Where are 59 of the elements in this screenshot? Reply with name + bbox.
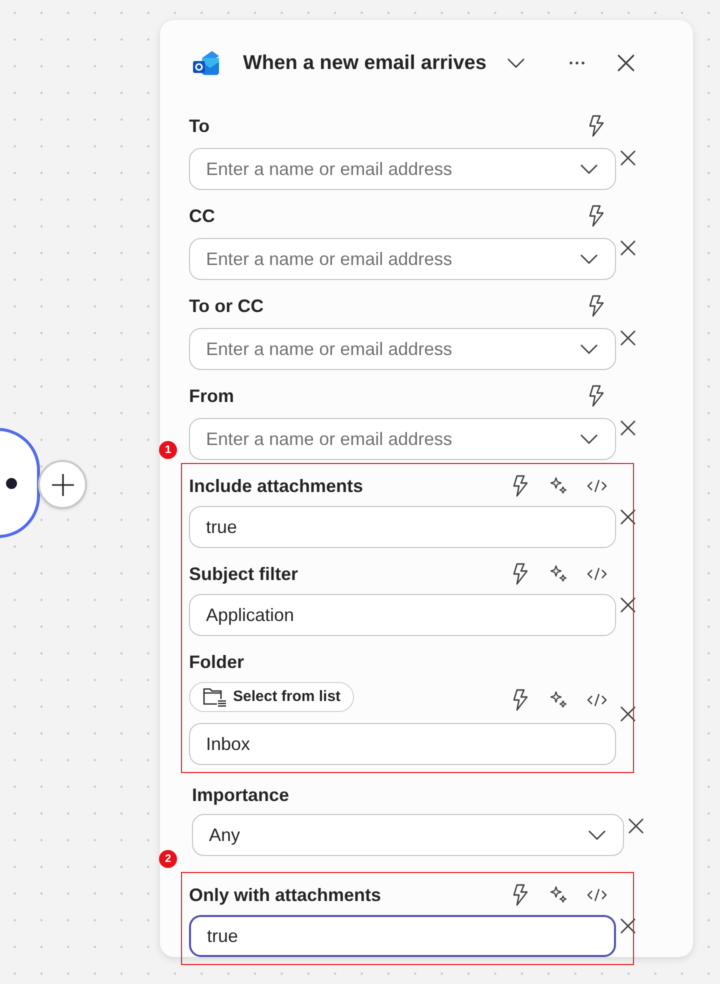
text-input-field[interactable]: true (189, 506, 616, 548)
field-label: To (189, 114, 210, 138)
code-icon (587, 888, 607, 902)
field-label: From (189, 384, 234, 408)
lightning-icon (513, 884, 529, 906)
field-label: Folder (189, 650, 244, 674)
text-input-field[interactable]: Inbox (189, 723, 616, 765)
email-dropdown-field[interactable]: Enter a name or email address (189, 148, 616, 190)
chevron-down-icon (580, 164, 598, 174)
more-icon (569, 61, 585, 65)
close-icon (620, 918, 636, 934)
close-icon (617, 54, 635, 72)
field-label: Include attachments (189, 474, 364, 498)
chevron-down-icon (580, 254, 598, 264)
lightning-icon (513, 563, 529, 585)
folder-list-icon (203, 687, 227, 707)
sparkle-icon (550, 565, 568, 583)
sparkle-icon (550, 691, 568, 709)
text-input-field[interactable]: true (189, 915, 616, 957)
step-number-badge: 1 (159, 441, 177, 459)
code-icon (587, 693, 607, 707)
close-icon (620, 597, 636, 613)
email-dropdown-field[interactable]: Enter a name or email address (189, 418, 616, 460)
lightning-icon (589, 295, 605, 317)
field-label: Subject filter (189, 562, 298, 586)
email-dropdown-field[interactable]: Enter a name or email address (189, 238, 616, 280)
panel-title: When a new email arrives (243, 51, 486, 76)
lightning-icon (589, 115, 605, 137)
sparkle-icon (550, 886, 568, 904)
email-dropdown-field[interactable]: Enter a name or email address (189, 328, 616, 370)
close-icon (620, 509, 636, 525)
lightning-icon (513, 475, 529, 497)
field-label: Importance (192, 784, 290, 807)
step-number-badge: 2 (159, 850, 177, 868)
code-icon (587, 479, 607, 493)
field-label: CC (189, 204, 215, 228)
text-input-field[interactable]: Application (189, 594, 616, 636)
mail-app-logo (192, 50, 220, 76)
close-icon (620, 330, 636, 346)
code-icon (587, 567, 607, 581)
field-label: Only with attachments (189, 884, 382, 907)
select-from-list-button[interactable]: Select from list (189, 682, 354, 712)
lightning-icon (513, 689, 529, 711)
chevron-down-icon (588, 830, 606, 840)
lightning-icon (589, 385, 605, 407)
close-icon (620, 420, 636, 436)
close-icon (620, 240, 636, 256)
importance-dropdown[interactable]: Any (192, 814, 624, 856)
chevron-down-icon (507, 58, 526, 68)
plus-icon (50, 472, 74, 496)
close-icon (628, 818, 644, 834)
close-icon (620, 150, 636, 166)
field-label: To or CC (189, 294, 264, 318)
add-step-button[interactable] (38, 460, 87, 509)
chevron-down-icon (580, 434, 598, 444)
chevron-down-icon (580, 344, 598, 354)
close-icon (620, 706, 636, 722)
sparkle-icon (550, 477, 568, 495)
lightning-icon (589, 205, 605, 227)
